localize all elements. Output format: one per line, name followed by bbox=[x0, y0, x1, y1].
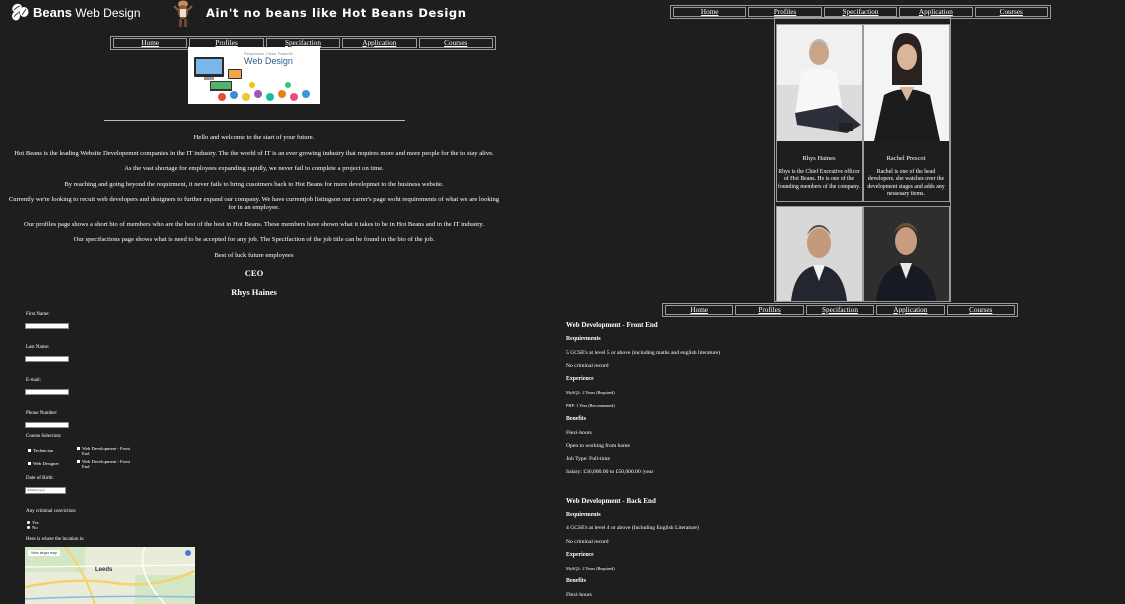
nav-application-link[interactable]: Application bbox=[342, 38, 417, 48]
intro-paragraph: Hot Beans is the leading Website Develop… bbox=[14, 150, 494, 157]
dob-input[interactable]: dd/mm/yyyy bbox=[25, 487, 66, 494]
profile-name: Rachel Prescot bbox=[886, 155, 926, 162]
benefit-item: Flexi-hours bbox=[566, 430, 592, 436]
profile-card bbox=[863, 206, 950, 302]
yes-radio[interactable] bbox=[27, 521, 30, 524]
course-selection-label: Course Selection: bbox=[26, 434, 62, 439]
svg-text:Web Design: Web Design bbox=[244, 56, 293, 66]
experience-heading: Experience bbox=[566, 552, 594, 558]
nav-courses-link[interactable]: Courses bbox=[418, 38, 493, 48]
benefit-item: Job Type: Full-time bbox=[566, 456, 610, 462]
nav-profiles-link[interactable]: Profiles bbox=[748, 7, 822, 17]
profile-photo bbox=[864, 207, 949, 301]
front-end-checkbox-2[interactable] bbox=[77, 460, 80, 463]
first-name-label: First Name: bbox=[26, 312, 50, 317]
profile-photo bbox=[777, 25, 862, 141]
benefit-item: Flexi-hours bbox=[566, 592, 592, 598]
benefit-item: Open to working from home bbox=[566, 443, 631, 449]
requirement-item: 4 GCSE's at level 4 or above (Including … bbox=[566, 525, 699, 531]
course-title: Web Development - Front End bbox=[566, 321, 658, 329]
experience-item: MySQL: 2 Years (Required) bbox=[566, 566, 615, 571]
profiles-grid: Rhys Haines Rhys is the Chief Executive … bbox=[774, 17, 951, 302]
requirements-heading: Requirements bbox=[566, 336, 601, 342]
conviction-no[interactable]: No bbox=[27, 525, 38, 530]
technician-option[interactable]: Technician bbox=[28, 448, 53, 453]
requirement-item: No criminal record bbox=[566, 363, 609, 369]
technician-checkbox[interactable] bbox=[28, 449, 31, 452]
nav-application-link[interactable]: Application bbox=[876, 305, 945, 315]
logo-text: Beans Web Design bbox=[33, 4, 141, 20]
conviction-label: Any criminal conviction: bbox=[26, 509, 77, 514]
phone-input[interactable] bbox=[25, 422, 69, 428]
intro-paragraph: Our profiles page shows a short bio of m… bbox=[24, 221, 484, 228]
intro-paragraph: Best of luck future employees bbox=[214, 252, 294, 259]
divider bbox=[104, 120, 405, 121]
experience-item: MySQL: 2 Years (Required) bbox=[566, 390, 615, 395]
front-end-checkbox[interactable] bbox=[77, 447, 80, 450]
profile-photo bbox=[777, 207, 862, 301]
email-input[interactable] bbox=[25, 389, 69, 395]
phone-label: Phone Number: bbox=[26, 411, 58, 416]
nav-courses-link[interactable]: Courses bbox=[946, 305, 1015, 315]
ceo-heading: CEO bbox=[244, 268, 264, 278]
requirement-item: No criminal record bbox=[566, 539, 609, 545]
profile-card: Rhys Haines Rhys is the Chief Executive … bbox=[776, 24, 863, 202]
profile-card bbox=[776, 206, 863, 302]
ceo-name: Rhys Haines bbox=[231, 287, 277, 297]
svg-text:Leeds: Leeds bbox=[95, 567, 113, 573]
experience-item: PHP: 1 Year (Recommened) bbox=[566, 403, 615, 408]
first-name-input[interactable] bbox=[25, 323, 69, 329]
no-radio[interactable] bbox=[27, 526, 30, 529]
dob-label: Date of Birth: bbox=[26, 476, 54, 481]
nav-home-link[interactable]: Home bbox=[113, 38, 188, 48]
view-larger-map-button[interactable]: View larger map bbox=[28, 550, 60, 556]
intro-paragraph: Currently we're looking to recuit web de… bbox=[8, 196, 500, 211]
coffee-beans-icon bbox=[12, 3, 29, 21]
courses-nav: Home Profiles Specifaction Application C… bbox=[662, 303, 1018, 317]
web-designer-option[interactable]: Web Designer bbox=[28, 461, 59, 466]
intro-paragraph: Hello and welcome to the start of your f… bbox=[193, 134, 315, 141]
benefit-item: Salary: £36,000.00 to £50,000.00 /year bbox=[566, 469, 654, 475]
intro-paragraph: Our specifactions page shows what is nee… bbox=[73, 236, 435, 243]
mascot-image bbox=[173, 0, 193, 27]
nav-home-link[interactable]: Home bbox=[665, 305, 734, 315]
last-name-label: Last Name: bbox=[26, 345, 50, 350]
requirement-item: 5 GCSE's at level 5 or above (including … bbox=[566, 350, 721, 356]
course-title: Web Development - Back End bbox=[566, 497, 656, 505]
location-label: Here is where the location is: bbox=[26, 537, 85, 542]
web-designer-checkbox[interactable] bbox=[28, 462, 31, 465]
profile-bio: Rhys is the Chief Executive officer of H… bbox=[777, 169, 861, 190]
intro-paragraph: As the vast shortage for employees expan… bbox=[124, 165, 384, 172]
nav-specifaction-link[interactable]: Specifaction bbox=[823, 7, 898, 17]
benefits-heading: Benefits bbox=[566, 578, 586, 584]
front-end-option-2[interactable]: Web Development - Front End bbox=[77, 459, 137, 469]
email-label: E-mail: bbox=[26, 378, 41, 383]
web-design-banner: Responsive, Clean, Powerful Web Design bbox=[188, 47, 320, 104]
nav-home-link[interactable]: Home bbox=[673, 7, 747, 17]
front-end-option[interactable]: Web Development - Front End bbox=[77, 446, 137, 456]
nav-specifaction-link[interactable]: Specifaction bbox=[805, 305, 875, 315]
intro-paragraph: By reaching and going beyond the requirm… bbox=[64, 181, 444, 188]
nav-application-link[interactable]: Application bbox=[899, 7, 973, 17]
requirements-heading: Requirements bbox=[566, 512, 601, 518]
nav-profiles-link[interactable]: Profiles bbox=[735, 305, 804, 315]
profile-card: Rachel Prescot Rachel is one of the head… bbox=[863, 24, 950, 202]
nav-courses-link[interactable]: Courses bbox=[974, 7, 1048, 17]
last-name-input[interactable] bbox=[25, 356, 69, 362]
profile-bio: Rachel is one of the head developers. sh… bbox=[867, 169, 945, 197]
experience-heading: Experience bbox=[566, 376, 594, 382]
logo[interactable]: Beans Web Design bbox=[10, 2, 141, 22]
benefits-heading: Benefits bbox=[566, 416, 586, 422]
profile-photo bbox=[864, 25, 949, 141]
tagline: Ain't no beans like Hot Beans Design bbox=[206, 6, 467, 20]
profile-name: Rhys Haines bbox=[802, 155, 836, 162]
